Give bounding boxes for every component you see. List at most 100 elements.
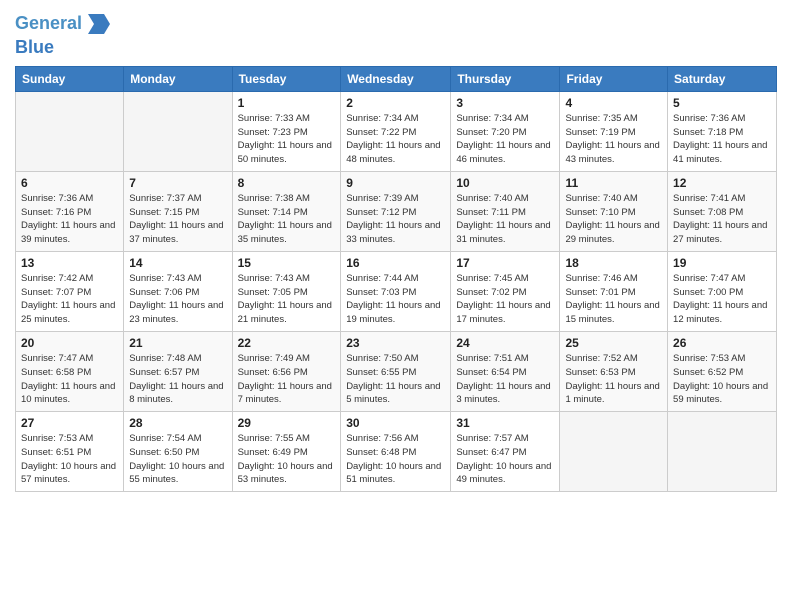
day-number: 9 <box>346 176 445 190</box>
day-number: 25 <box>565 336 662 350</box>
logo-blue-text: Blue <box>15 38 114 58</box>
day-info: Sunrise: 7:49 AMSunset: 6:56 PMDaylight:… <box>238 352 336 407</box>
day-info: Sunrise: 7:40 AMSunset: 7:10 PMDaylight:… <box>565 192 662 247</box>
day-number: 31 <box>456 416 554 430</box>
day-info: Sunrise: 7:45 AMSunset: 7:02 PMDaylight:… <box>456 272 554 327</box>
table-row: 5Sunrise: 7:36 AMSunset: 7:18 PMDaylight… <box>668 91 777 171</box>
table-row: 10 Sunrise: 7:40 AMSunset: 7:11 PMDayligh… <box>451 171 560 251</box>
calendar-row-2: 6 Sunrise: 7:36 AMSunset: 7:16 PMDaylight… <box>16 171 777 251</box>
day-info: Sunrise: 7:37 AMSunset: 7:15 PMDaylight:… <box>129 192 226 247</box>
day-header-saturday: Saturday <box>668 66 777 91</box>
day-info: Sunrise: 7:34 AMSunset: 7:20 PMDaylight:… <box>456 112 554 167</box>
day-number: 17 <box>456 256 554 270</box>
table-row: 20Sunrise: 7:47 AMSunset: 6:58 PMDayligh… <box>16 331 124 411</box>
table-row <box>668 412 777 492</box>
day-number: 13 <box>21 256 118 270</box>
day-number: 16 <box>346 256 445 270</box>
day-info: Sunrise: 7:47 AMSunset: 7:00 PMDaylight:… <box>673 272 771 327</box>
day-number: 5 <box>673 96 771 110</box>
calendar-row-5: 27 Sunrise: 7:53 AMSunset: 6:51 PMDayligh… <box>16 412 777 492</box>
day-number: 27 <box>21 416 118 430</box>
day-header-friday: Friday <box>560 66 668 91</box>
table-row: 18Sunrise: 7:46 AMSunset: 7:01 PMDayligh… <box>560 251 668 331</box>
day-number: 11 <box>565 176 662 190</box>
day-number: 2 <box>346 96 445 110</box>
day-number: 15 <box>238 256 336 270</box>
table-row: 14 Sunrise: 7:43 AMSunset: 7:06 PMDayligh… <box>124 251 232 331</box>
day-number: 8 <box>238 176 336 190</box>
day-info: Sunrise: 7:36 AMSunset: 7:16 PMDaylight:… <box>21 192 118 247</box>
day-number: 23 <box>346 336 445 350</box>
table-row: 19 Sunrise: 7:47 AMSunset: 7:00 PMDayligh… <box>668 251 777 331</box>
table-row: 9 Sunrise: 7:39 AMSunset: 7:12 PMDaylight… <box>341 171 451 251</box>
day-number: 22 <box>238 336 336 350</box>
day-info: Sunrise: 7:35 AMSunset: 7:19 PMDaylight:… <box>565 112 662 167</box>
table-row: 22 Sunrise: 7:49 AMSunset: 6:56 PMDayligh… <box>232 331 341 411</box>
logo-text: General <box>15 14 82 34</box>
table-row <box>560 412 668 492</box>
day-info: Sunrise: 7:51 AMSunset: 6:54 PMDaylight:… <box>456 352 554 407</box>
table-row: 7 Sunrise: 7:37 AMSunset: 7:15 PMDaylight… <box>124 171 232 251</box>
day-number: 24 <box>456 336 554 350</box>
table-row: 17 Sunrise: 7:45 AMSunset: 7:02 PMDayligh… <box>451 251 560 331</box>
day-info: Sunrise: 7:46 AMSunset: 7:01 PMDaylight:… <box>565 272 662 327</box>
day-info: Sunrise: 7:40 AMSunset: 7:11 PMDaylight:… <box>456 192 554 247</box>
table-row: 27 Sunrise: 7:53 AMSunset: 6:51 PMDayligh… <box>16 412 124 492</box>
day-number: 4 <box>565 96 662 110</box>
day-number: 7 <box>129 176 226 190</box>
day-info: Sunrise: 7:48 AMSunset: 6:57 PMDaylight:… <box>129 352 226 407</box>
day-info: Sunrise: 7:41 AMSunset: 7:08 PMDaylight:… <box>673 192 771 247</box>
day-number: 6 <box>21 176 118 190</box>
table-row: 25 Sunrise: 7:52 AMSunset: 6:53 PMDayligh… <box>560 331 668 411</box>
day-info: Sunrise: 7:39 AMSunset: 7:12 PMDaylight:… <box>346 192 445 247</box>
day-number: 20 <box>21 336 118 350</box>
day-info: Sunrise: 7:34 AMSunset: 7:22 PMDaylight:… <box>346 112 445 167</box>
day-number: 19 <box>673 256 771 270</box>
day-info: Sunrise: 7:33 AMSunset: 7:23 PMDaylight:… <box>238 112 336 167</box>
day-info: Sunrise: 7:53 AMSunset: 6:52 PMDaylight:… <box>673 352 771 407</box>
table-row <box>16 91 124 171</box>
table-row: 15Sunrise: 7:43 AMSunset: 7:05 PMDayligh… <box>232 251 341 331</box>
calendar-row-1: 1 Sunrise: 7:33 AMSunset: 7:23 PMDaylight… <box>16 91 777 171</box>
day-number: 14 <box>129 256 226 270</box>
table-row: 8 Sunrise: 7:38 AMSunset: 7:14 PMDaylight… <box>232 171 341 251</box>
day-info: Sunrise: 7:50 AMSunset: 6:55 PMDaylight:… <box>346 352 445 407</box>
header: General Blue <box>15 10 777 58</box>
calendar-row-3: 13 Sunrise: 7:42 AMSunset: 7:07 PMDayligh… <box>16 251 777 331</box>
table-row: 3 Sunrise: 7:34 AMSunset: 7:20 PMDaylight… <box>451 91 560 171</box>
logo-icon <box>86 10 114 38</box>
day-number: 12 <box>673 176 771 190</box>
day-info: Sunrise: 7:38 AMSunset: 7:14 PMDaylight:… <box>238 192 336 247</box>
table-row: 21 Sunrise: 7:48 AMSunset: 6:57 PMDayligh… <box>124 331 232 411</box>
day-info: Sunrise: 7:53 AMSunset: 6:51 PMDaylight:… <box>21 432 118 487</box>
table-row: 28 Sunrise: 7:54 AMSunset: 6:50 PMDayligh… <box>124 412 232 492</box>
day-number: 3 <box>456 96 554 110</box>
day-number: 26 <box>673 336 771 350</box>
table-row: 16Sunrise: 7:44 AMSunset: 7:03 PMDayligh… <box>341 251 451 331</box>
table-row: 6 Sunrise: 7:36 AMSunset: 7:16 PMDaylight… <box>16 171 124 251</box>
table-row: 1 Sunrise: 7:33 AMSunset: 7:23 PMDaylight… <box>232 91 341 171</box>
day-number: 21 <box>129 336 226 350</box>
day-number: 30 <box>346 416 445 430</box>
table-row: 23 Sunrise: 7:50 AMSunset: 6:55 PMDayligh… <box>341 331 451 411</box>
day-number: 29 <box>238 416 336 430</box>
table-row: 11 Sunrise: 7:40 AMSunset: 7:10 PMDayligh… <box>560 171 668 251</box>
table-row: 24 Sunrise: 7:51 AMSunset: 6:54 PMDayligh… <box>451 331 560 411</box>
day-number: 1 <box>238 96 336 110</box>
table-row: 2 Sunrise: 7:34 AMSunset: 7:22 PMDaylight… <box>341 91 451 171</box>
header-row: SundayMondayTuesdayWednesdayThursdayFrid… <box>16 66 777 91</box>
day-number: 10 <box>456 176 554 190</box>
day-info: Sunrise: 7:54 AMSunset: 6:50 PMDaylight:… <box>129 432 226 487</box>
day-info: Sunrise: 7:42 AMSunset: 7:07 PMDaylight:… <box>21 272 118 327</box>
day-info: Sunrise: 7:43 AMSunset: 7:06 PMDaylight:… <box>129 272 226 327</box>
day-info: Sunrise: 7:52 AMSunset: 6:53 PMDaylight:… <box>565 352 662 407</box>
day-header-sunday: Sunday <box>16 66 124 91</box>
day-info: Sunrise: 7:56 AMSunset: 6:48 PMDaylight:… <box>346 432 445 487</box>
day-number: 28 <box>129 416 226 430</box>
day-header-monday: Monday <box>124 66 232 91</box>
day-header-wednesday: Wednesday <box>341 66 451 91</box>
table-row: 30 Sunrise: 7:56 AMSunset: 6:48 PMDayligh… <box>341 412 451 492</box>
table-row: 26 Sunrise: 7:53 AMSunset: 6:52 PMDayligh… <box>668 331 777 411</box>
table-row: 31Sunrise: 7:57 AMSunset: 6:47 PMDayligh… <box>451 412 560 492</box>
page: General Blue SundayMondayTuesdayWednesda… <box>0 0 792 612</box>
